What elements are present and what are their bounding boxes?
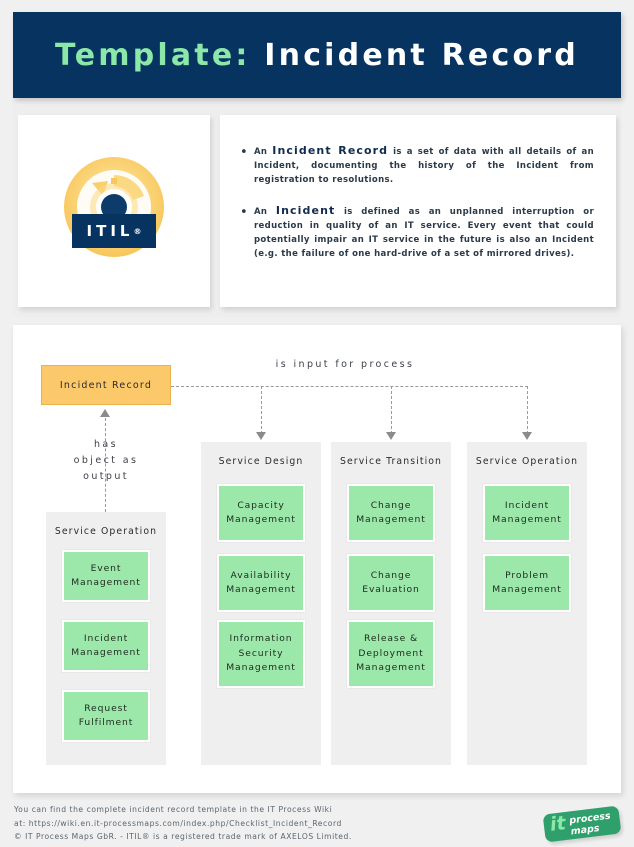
process-lane-title: Service Operation [475, 456, 579, 467]
connector-vertical-to-service-design [261, 386, 262, 434]
definition-card: • An Incident Record is a set of data wit… [220, 115, 616, 307]
arrowhead-service-design [256, 432, 266, 440]
it-process-maps-logo[interactable]: it process maps [542, 805, 624, 843]
itil-wordmark: ITIL ® [72, 214, 156, 248]
definition-bullet-text: An Incident Record is a set of data with… [254, 144, 594, 188]
process-node[interactable]: Information Security Management [217, 620, 305, 688]
process-node[interactable]: Availability Management [217, 554, 305, 612]
process-lane-title: Service Transition [339, 456, 443, 467]
process-node[interactable]: Incident Management [483, 484, 571, 542]
definition-bullet: • An Incident is defined as an unplanned … [240, 204, 594, 262]
header-banner: Template: Incident Record [13, 12, 621, 98]
footer-text: You can find the complete incident recor… [14, 805, 352, 841]
infographic-page: Template: Incident Record ITIL ® • An In… [0, 0, 634, 847]
connector-vertical-to-service-operation [527, 386, 528, 434]
page-title-accent: Template: [55, 37, 251, 73]
arrowhead-service-transition [386, 432, 396, 440]
connector-vertical-output-lane [105, 418, 106, 512]
connector-vertical-to-service-transition [391, 386, 392, 434]
logo-it-text: it [548, 812, 567, 836]
process-lane-title: Service Design [218, 456, 304, 467]
emphasised-term: Incident [275, 203, 336, 217]
process-node[interactable]: Change Evaluation [347, 554, 435, 612]
process-node[interactable]: Change Management [347, 484, 435, 542]
process-node[interactable]: Problem Management [483, 554, 571, 612]
bullet-text-run: An [254, 147, 273, 157]
bullet-text-run: An [254, 206, 276, 217]
incident-record-node[interactable]: Incident Record [41, 365, 171, 405]
relation-label-is-input-for-process: is input for process [275, 359, 415, 370]
arrowhead-service-operation [522, 432, 532, 440]
bullet-dot-icon: • [240, 204, 248, 220]
process-node[interactable]: Release & Deployment Management [347, 620, 435, 688]
itil-circular-arrows-icon [64, 157, 164, 257]
incident-record-node-label: Incident Record [59, 379, 153, 391]
definition-bullet-text: An Incident is defined as an unplanned i… [254, 204, 594, 262]
itil-logo-card: ITIL ® [18, 115, 210, 307]
itil-registered-mark: ® [133, 226, 142, 236]
process-node[interactable]: Incident Management [62, 620, 150, 672]
process-node[interactable]: Event Management [62, 550, 150, 602]
itil-wordmark-text: ITIL [86, 222, 134, 240]
definition-bullet: • An Incident Record is a set of data wit… [240, 144, 594, 188]
process-node[interactable]: Capacity Management [217, 484, 305, 542]
bullet-dot-icon: • [240, 145, 248, 160]
footer: You can find the complete incident recor… [0, 800, 634, 847]
page-title: Template: Incident Record [13, 12, 621, 98]
relation-label-has-object-as-output: has object as output [73, 439, 139, 482]
process-node[interactable]: Request Fulfilment [62, 690, 150, 742]
page-title-main: Incident Record [250, 37, 579, 73]
connector-horizontal-main [171, 386, 528, 387]
arrowhead-incident-record [100, 409, 110, 417]
definition-bullet-list: • An Incident Record is a set of data wit… [240, 144, 594, 261]
emphasised-term: Incident Record [272, 144, 389, 157]
process-lane-title: Service Operation [54, 526, 158, 537]
